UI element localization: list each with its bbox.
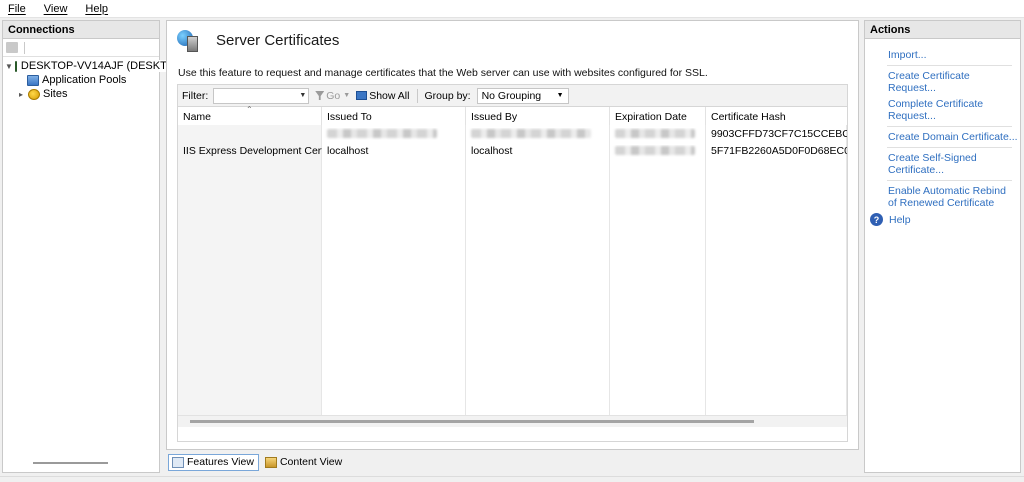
filter-separator bbox=[417, 88, 419, 103]
connections-header: Connections bbox=[3, 21, 159, 39]
cell-hash: 5F71FB2260A5D0F0D68EC0B2... bbox=[711, 144, 847, 157]
collapse-icon[interactable]: ▼ bbox=[5, 62, 13, 71]
column-header-issued-to[interactable]: Issued To bbox=[322, 107, 466, 125]
certificates-list: Filter: ▼ Go ▼ Show All Group by: No Gro… bbox=[177, 84, 848, 442]
table-row[interactable]: IIS Express Development Certif... localh… bbox=[178, 142, 847, 159]
show-all-label: Show All bbox=[369, 89, 410, 102]
connect-icon[interactable] bbox=[6, 42, 18, 53]
redacted-text bbox=[471, 129, 591, 139]
tree-node-application-pools[interactable]: Application Pools bbox=[3, 73, 159, 87]
actions-separator bbox=[887, 126, 1012, 127]
show-all-icon bbox=[356, 91, 368, 100]
redacted-text bbox=[615, 129, 695, 139]
action-import[interactable]: Import... bbox=[865, 49, 1020, 61]
sites-icon bbox=[28, 88, 40, 100]
cell-issued-by: localhost bbox=[471, 144, 513, 157]
application-pools-icon bbox=[27, 74, 39, 86]
tab-content-view-label: Content View bbox=[279, 456, 343, 468]
cell-issued-to bbox=[322, 128, 466, 140]
tab-features-view-label: Features View bbox=[187, 456, 254, 468]
connections-tree: ▼ DESKTOP-VV14AJF (DESKTOP- Application … bbox=[3, 57, 188, 101]
filter-bar: Filter: ▼ Go ▼ Show All Group by: No Gro… bbox=[178, 85, 847, 114]
menu-file[interactable]: File bbox=[6, 2, 28, 16]
filter-input[interactable]: ▼ bbox=[213, 87, 310, 104]
menu-help[interactable]: Help bbox=[83, 2, 110, 16]
grid-body bbox=[178, 125, 847, 427]
group-by-label: Group by: bbox=[424, 89, 471, 102]
chevron-down-icon: ▼ bbox=[556, 92, 564, 99]
actions-header: Actions bbox=[865, 21, 1020, 39]
go-label: Go bbox=[326, 89, 341, 102]
table-row[interactable]: 9903CFFD73CF7C15CCEBCCD... bbox=[178, 125, 847, 142]
go-button[interactable]: Go ▼ bbox=[315, 90, 350, 102]
grid-rows: 9903CFFD73CF7C15CCEBCCD... IIS Express D… bbox=[178, 125, 847, 159]
funnel-icon bbox=[315, 91, 325, 100]
action-help[interactable]: ? Help bbox=[865, 213, 1020, 226]
column-header-name[interactable]: Name bbox=[178, 107, 322, 125]
cell-expiration bbox=[610, 145, 706, 157]
cell-issued-by bbox=[466, 128, 610, 140]
tree-node-server[interactable]: ▼ DESKTOP-VV14AJF (DESKTOP- bbox=[3, 59, 188, 73]
help-icon: ? bbox=[870, 213, 883, 226]
cell-hash: 9903CFFD73CF7C15CCEBCCD... bbox=[711, 127, 847, 140]
server-icon bbox=[14, 60, 17, 72]
actions-list: Import... Create Certificate Request... … bbox=[865, 39, 1020, 226]
scrollbar-thumb[interactable] bbox=[190, 420, 754, 423]
tree-node-server-label: DESKTOP-VV14AJF (DESKTOP- bbox=[19, 60, 188, 72]
connections-scrollbar[interactable] bbox=[33, 462, 108, 464]
tree-node-application-pools-label: Application Pools bbox=[42, 74, 127, 86]
view-tabs: Features View Content View bbox=[168, 453, 349, 471]
menu-view[interactable]: View bbox=[42, 2, 70, 16]
server-certificates-icon bbox=[177, 30, 203, 52]
column-header-expiration-date[interactable]: Expiration Date bbox=[610, 107, 706, 125]
group-by-value: No Grouping bbox=[481, 89, 542, 102]
toolbar-separator bbox=[24, 41, 25, 54]
page-title: Server Certificates bbox=[216, 32, 340, 49]
action-enable-automatic-rebind[interactable]: Enable Automatic Rebind of Renewed Certi… bbox=[865, 185, 1020, 209]
connections-pane: Connections ▼ DESKTOP-VV14AJF (DESKTOP- … bbox=[2, 20, 188, 473]
column-header-issued-by[interactable]: Issued By bbox=[466, 107, 610, 125]
actions-pane: Actions Import... Create Certificate Req… bbox=[864, 20, 1021, 473]
cell-expiration bbox=[610, 128, 706, 140]
action-create-self-signed-certificate[interactable]: Create Self-Signed Certificate... bbox=[865, 152, 1020, 176]
cell-name: IIS Express Development Certif... bbox=[183, 144, 322, 157]
actions-separator bbox=[887, 147, 1012, 148]
page-description: Use this feature to request and manage c… bbox=[178, 67, 708, 79]
grid-horizontal-scrollbar[interactable] bbox=[178, 415, 847, 427]
menu-bar: File View Help bbox=[0, 0, 1024, 18]
action-create-certificate-request[interactable]: Create Certificate Request... bbox=[865, 70, 1020, 94]
redacted-text bbox=[327, 129, 437, 139]
content-view-icon bbox=[264, 456, 277, 468]
actions-separator bbox=[887, 180, 1012, 181]
tab-features-view[interactable]: Features View bbox=[168, 453, 259, 471]
action-create-domain-certificate[interactable]: Create Domain Certificate... bbox=[865, 131, 1020, 143]
connections-toolbar bbox=[3, 39, 159, 57]
expand-icon[interactable]: ▸ bbox=[16, 90, 26, 99]
cell-issued-to: localhost bbox=[327, 144, 369, 157]
chevron-down-icon[interactable]: ▼ bbox=[343, 92, 350, 99]
redacted-text bbox=[615, 146, 695, 156]
status-bar bbox=[0, 476, 1024, 482]
features-view-icon bbox=[172, 456, 184, 468]
certificates-grid: Name Issued To Issued By Expiration Date… bbox=[178, 107, 847, 427]
grid-header: Name Issued To Issued By Expiration Date… bbox=[178, 107, 847, 125]
filter-label: Filter: bbox=[182, 89, 209, 102]
show-all-button[interactable]: Show All bbox=[356, 90, 409, 102]
tree-node-sites[interactable]: ▸ Sites bbox=[3, 87, 159, 101]
action-help-label: Help bbox=[889, 213, 911, 226]
group-by-select[interactable]: No Grouping ▼ bbox=[476, 87, 569, 104]
action-complete-certificate-request[interactable]: Complete Certificate Request... bbox=[865, 98, 1020, 122]
actions-separator bbox=[887, 65, 1012, 66]
features-pane: Server Certificates Use this feature to … bbox=[166, 20, 859, 450]
tree-node-sites-label: Sites bbox=[43, 88, 68, 100]
tab-content-view[interactable]: Content View bbox=[262, 454, 346, 471]
chevron-down-icon[interactable]: ▼ bbox=[299, 92, 306, 99]
column-header-certificate-hash[interactable]: Certificate Hash bbox=[706, 107, 847, 125]
